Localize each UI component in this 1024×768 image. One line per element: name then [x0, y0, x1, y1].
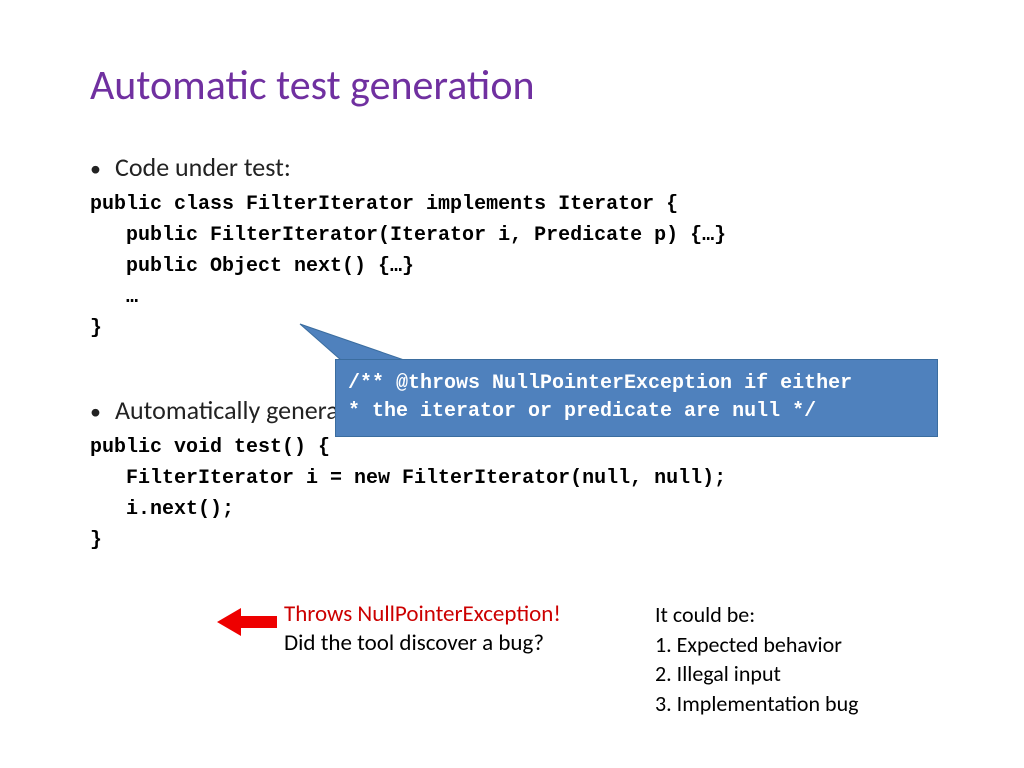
list-item: 1. Expected behavior — [655, 630, 859, 660]
callout-line: * the iterator or predicate are null */ — [348, 398, 925, 426]
list-item: 2. Illegal input — [655, 659, 859, 689]
bullet-code-under-test: Code under test: — [90, 151, 944, 183]
slide-title: Automatic test generation — [90, 60, 944, 111]
javadoc-callout: /** @throws NullPointerException if eith… — [335, 359, 938, 437]
list-item: 3. Implementation bug — [655, 689, 859, 719]
question-text: Did the tool discover a bug? — [284, 629, 561, 658]
list-item: It could be: — [655, 600, 859, 630]
bullet-text: Code under test: — [115, 151, 291, 183]
red-arrow-icon — [217, 608, 277, 641]
callout-line: /** @throws NullPointerException if eith… — [348, 370, 925, 398]
possibilities-list: It could be: 1. Expected behavior 2. Ill… — [655, 600, 859, 719]
throws-npe-text: Throws NullPointerException! — [284, 600, 561, 629]
code-block-1: public class FilterIterator implements I… — [90, 189, 944, 344]
exception-note: Throws NullPointerException! Did the too… — [284, 600, 561, 658]
code-block-2: public void test() { FilterIterator i = … — [90, 432, 944, 556]
